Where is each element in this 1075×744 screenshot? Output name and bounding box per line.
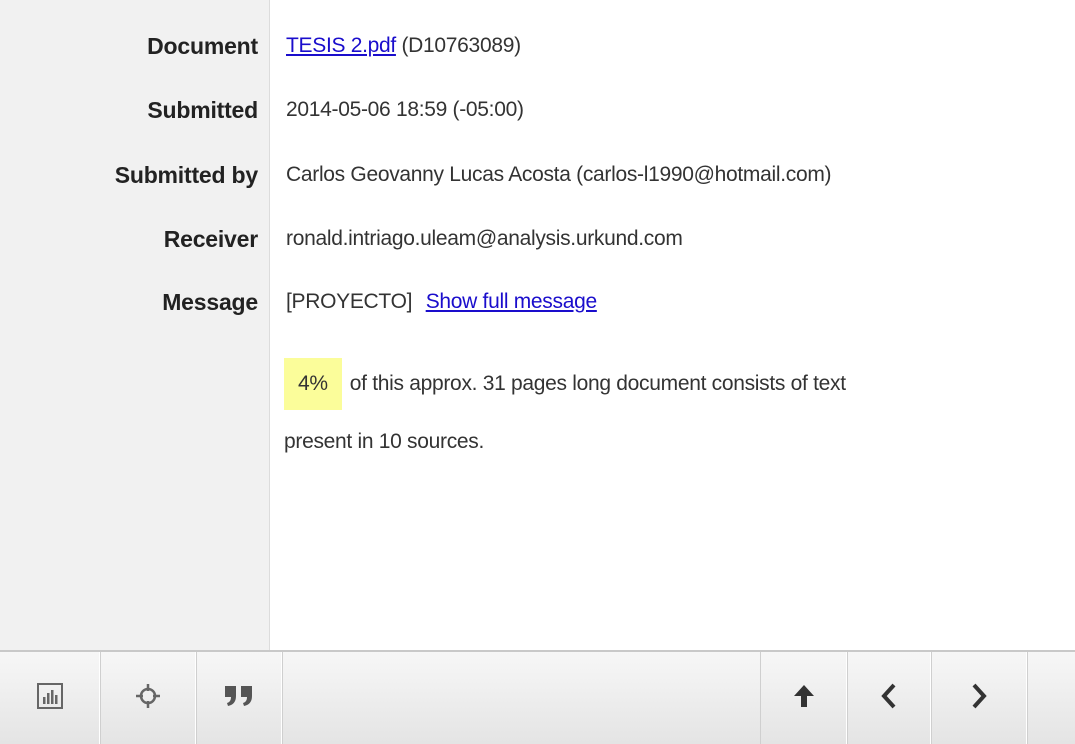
- message-label: Message: [162, 288, 258, 315]
- message-row: Message [PROYECTO] Show full message: [0, 282, 1075, 322]
- document-row: Document TESIS 2.pdf (D10763089): [0, 26, 1075, 66]
- bar-chart-icon: [37, 682, 63, 714]
- statistics-button[interactable]: [0, 652, 101, 744]
- show-full-message-link[interactable]: Show full message: [426, 290, 597, 313]
- receiver-row: Receiver ronald.intriago.uleam@analysis.…: [0, 219, 1075, 259]
- message-text: [PROYECTO]: [286, 290, 413, 313]
- analysis-details-page: Document TESIS 2.pdf (D10763089) Submitt…: [0, 0, 1075, 744]
- next-button[interactable]: [931, 652, 1028, 744]
- chevron-right-icon: [969, 682, 989, 715]
- submitted-by-label: Submitted by: [114, 161, 258, 188]
- submitted-label: Submitted: [147, 96, 258, 123]
- bottom-toolbar: [0, 650, 1075, 744]
- arrow-up-icon: [792, 683, 816, 714]
- document-link[interactable]: TESIS 2.pdf: [286, 34, 396, 57]
- document-value: TESIS 2.pdf (D10763089): [286, 34, 521, 58]
- receiver-value: ronald.intriago.uleam@analysis.urkund.co…: [286, 227, 683, 250]
- chevron-left-icon: [879, 682, 899, 715]
- receiver-label: Receiver: [163, 225, 259, 252]
- quote-icon: [224, 684, 254, 713]
- scroll-top-button[interactable]: [761, 652, 848, 744]
- summary-text-line2: present in 10 sources.: [284, 430, 485, 453]
- locate-button[interactable]: [100, 652, 197, 744]
- quote-button[interactable]: [196, 652, 283, 744]
- crosshair-icon: [134, 682, 162, 715]
- similarity-summary: 4% of this approx. 31 pages long document…: [284, 355, 1044, 471]
- document-label: Document: [147, 32, 258, 59]
- previous-button[interactable]: [847, 652, 932, 744]
- submitted-by-row: Submitted by Carlos Geovanny Lucas Acost…: [0, 155, 1075, 195]
- submitted-row: Submitted 2014-05-06 18:59 (-05:00): [0, 90, 1075, 130]
- submitted-value: 2014-05-06 18:59 (-05:00): [286, 98, 524, 121]
- submitted-by-value: Carlos Geovanny Lucas Acosta (carlos-l19…: [286, 163, 832, 186]
- summary-text-line1: of this approx. 31 pages long document c…: [349, 372, 846, 395]
- document-id: (D10763089): [401, 34, 521, 57]
- similarity-percentage-badge: 4%: [284, 358, 342, 411]
- message-value: [PROYECTO] Show full message: [286, 290, 597, 314]
